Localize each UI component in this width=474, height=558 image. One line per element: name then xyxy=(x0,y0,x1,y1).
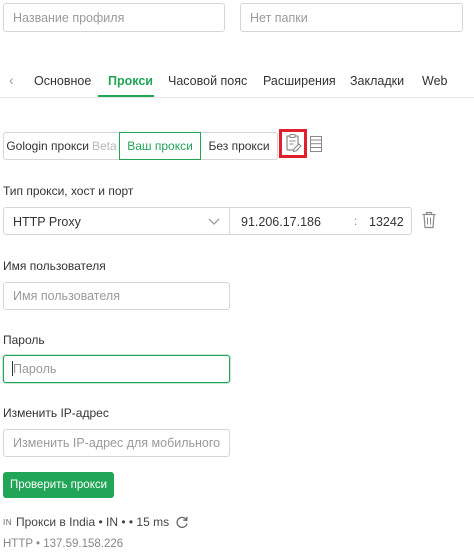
tab-scroll-left-icon[interactable]: ‹ xyxy=(9,72,14,88)
tab-proxy[interactable]: Прокси xyxy=(108,74,153,88)
no-proxy-label: Без прокси xyxy=(208,139,270,153)
text-cursor xyxy=(12,361,13,376)
proxy-ip-detail: HTTP • 137.59.158.226 xyxy=(3,538,124,550)
tab-general[interactable]: Основное xyxy=(34,74,91,88)
proxy-list-button[interactable] xyxy=(310,136,322,152)
tab-bookmarks[interactable]: Закладки xyxy=(350,74,404,88)
no-proxy-option[interactable]: Без прокси xyxy=(200,132,278,160)
tab-extensions[interactable]: Расширения xyxy=(263,74,336,88)
paste-proxy-button[interactable] xyxy=(279,129,307,158)
gologin-proxy-option[interactable]: Gologin прокси Beta xyxy=(3,132,120,160)
proxy-host-port-field[interactable]: 91.206.17.186 : 13242 xyxy=(229,207,412,235)
proxy-status-text: Прокси в India • IN • • 15 ms xyxy=(16,515,170,529)
password-label: Пароль xyxy=(3,333,45,347)
tab-web[interactable]: Web xyxy=(422,74,447,88)
proxy-settings-label: Тип прокси, хост и порт xyxy=(3,184,134,198)
change-ip-input[interactable] xyxy=(3,429,230,457)
list-icon xyxy=(310,136,322,152)
trash-icon xyxy=(422,211,436,229)
proxy-type-select[interactable]: HTTP Proxy xyxy=(3,207,230,235)
tab-bar: ‹ Основное Прокси Часовой пояс Расширени… xyxy=(0,64,474,98)
profile-name-input[interactable] xyxy=(3,3,225,32)
username-input[interactable] xyxy=(3,282,230,310)
own-proxy-option[interactable]: Ваш прокси xyxy=(119,132,201,160)
change-ip-label: Изменить IP-адрес xyxy=(3,406,109,420)
paste-icon xyxy=(286,133,302,153)
gologin-proxy-label: Gologin прокси xyxy=(6,139,89,153)
proxy-status: IN Прокси в India • IN • • 15 ms xyxy=(3,515,189,529)
active-tab-indicator xyxy=(98,95,154,97)
country-flag: IN xyxy=(3,517,12,527)
host-port-separator: : xyxy=(354,214,358,228)
tab-timezone[interactable]: Часовой пояс xyxy=(168,74,247,88)
chevron-down-icon xyxy=(208,218,220,225)
folder-input[interactable] xyxy=(240,3,463,32)
refresh-icon[interactable] xyxy=(175,515,189,529)
password-input[interactable] xyxy=(3,355,230,383)
proxy-host-value[interactable]: 91.206.17.186 xyxy=(241,215,321,229)
check-proxy-button[interactable]: Проверить прокси xyxy=(3,472,114,498)
beta-badge: Beta xyxy=(91,139,117,153)
proxy-port-value[interactable]: 13242 xyxy=(369,215,404,229)
delete-proxy-button[interactable] xyxy=(421,211,437,229)
own-proxy-label: Ваш прокси xyxy=(127,139,193,153)
proxy-type-value: HTTP Proxy xyxy=(13,215,81,229)
username-label: Имя пользователя xyxy=(3,259,106,273)
